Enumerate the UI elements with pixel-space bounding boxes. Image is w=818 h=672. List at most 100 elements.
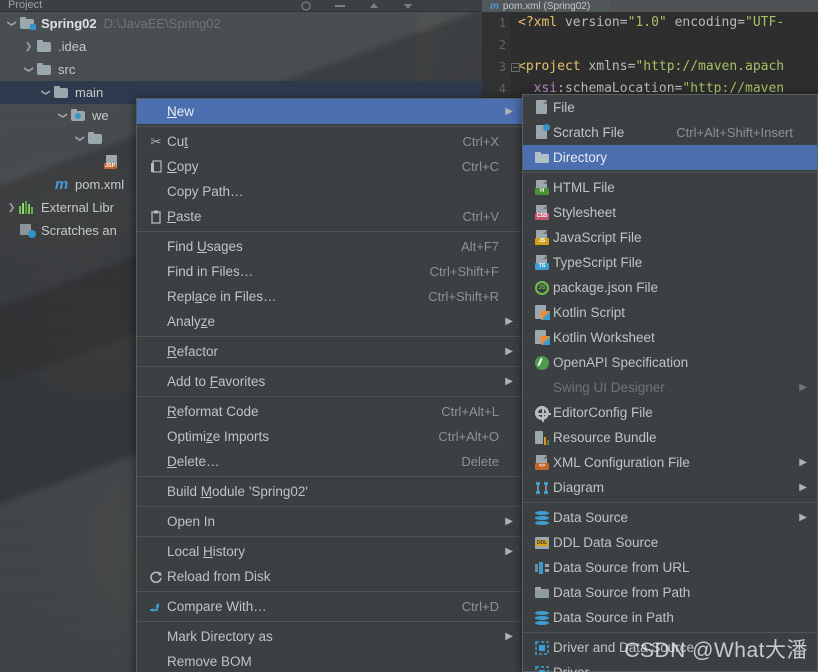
- menu-separator: [523, 502, 817, 503]
- copy-icon: [145, 158, 167, 176]
- menu-item-ddl-data-source[interactable]: DDL DDL Data Source: [523, 530, 817, 555]
- menu-item-reformat-code[interactable]: Reformat Code Ctrl+Alt+L: [137, 399, 523, 424]
- menu-item-typescript-file[interactable]: TS TypeScript File: [523, 250, 817, 275]
- menu-item-reload-from-disk[interactable]: Reload from Disk: [137, 564, 523, 589]
- chevron-right-icon[interactable]: ❯: [21, 41, 36, 52]
- submenu-arrow-icon: ▶: [505, 106, 513, 117]
- upload-icon[interactable]: [368, 1, 380, 11]
- menu-item-label: OpenAPI Specification: [553, 355, 689, 370]
- menu-item-add-to-favorites[interactable]: Add to Favorites ▶: [137, 369, 523, 394]
- menu-item-label: Data Source from Path: [553, 585, 691, 600]
- menu-separator: [523, 632, 817, 633]
- chevron-down-icon[interactable]: ❮: [74, 131, 85, 146]
- tree-row-label: Spring02: [41, 16, 97, 31]
- menu-item-copy-path[interactable]: Copy Path…: [137, 179, 523, 204]
- editor-tab-pom-xml[interactable]: m pom.xml (Spring02): [482, 0, 610, 12]
- menu-separator: [137, 231, 523, 232]
- code-token: xmlns=: [588, 59, 636, 74]
- menu-item-stylesheet[interactable]: CSS Stylesheet: [523, 200, 817, 225]
- menu-item-label: Data Source from URL: [553, 560, 690, 575]
- menu-item-html-file[interactable]: H HTML File: [523, 175, 817, 200]
- menu-item-find-in-files[interactable]: Find in Files… Ctrl+Shift+F: [137, 259, 523, 284]
- menu-item-package-json-file[interactable]: JS package.json File: [523, 275, 817, 300]
- menu-item-remove-bom[interactable]: Remove BOM: [137, 649, 523, 672]
- chevron-down-icon[interactable]: ❮: [6, 16, 17, 31]
- chevron-right-icon[interactable]: ❯: [4, 202, 19, 213]
- download-icon[interactable]: [402, 1, 414, 11]
- menu-separator: [137, 621, 523, 622]
- line-number: 1: [498, 16, 506, 30]
- menu-item-resource-bundle[interactable]: Resource Bundle: [523, 425, 817, 450]
- line-number: 2: [498, 38, 506, 52]
- tree-row-label: Scratches an: [41, 223, 117, 238]
- menu-item-javascript-file[interactable]: JS JavaScript File: [523, 225, 817, 250]
- menu-item-local-history[interactable]: Local History ▶: [137, 539, 523, 564]
- context-menu[interactable]: New ▶ ✂ Cut Ctrl+X Copy Ctrl+C Copy Path… Paste C…: [136, 98, 524, 672]
- project-tool-window-title: Project: [0, 0, 160, 10]
- menu-item-shortcut: Ctrl+Shift+F: [429, 264, 499, 279]
- menu-item-editorconfig-file[interactable]: EditorConfig File: [523, 400, 817, 425]
- menu-item-no-icon: [531, 379, 553, 397]
- menu-item-openapi-specification[interactable]: OpenAPI Specification: [523, 350, 817, 375]
- submenu-arrow-icon: ▶: [799, 512, 807, 523]
- menu-item-data-source[interactable]: Data Source ▶: [523, 505, 817, 530]
- menu-item-delete[interactable]: Delete… Delete: [137, 449, 523, 474]
- chevron-down-icon[interactable]: ❮: [57, 108, 68, 123]
- editor-tab-strip[interactable]: m pom.xml (Spring02): [482, 0, 818, 12]
- menu-item-build-module-spring02[interactable]: Build Module 'Spring02': [137, 479, 523, 504]
- menu-item-shortcut: Alt+F7: [461, 239, 499, 254]
- menu-item-new[interactable]: New ▶: [137, 99, 523, 124]
- code-fold-icon[interactable]: −: [511, 63, 520, 72]
- menu-item-no-icon: [145, 653, 167, 671]
- menu-item-label: JavaScript File: [553, 230, 642, 245]
- build-icon[interactable]: [334, 1, 346, 11]
- menu-item-replace-in-files[interactable]: Replace in Files… Ctrl+Shift+R: [137, 284, 523, 309]
- tree-row[interactable]: ❮ Spring02 D:\JavaEE\Spring02: [0, 12, 520, 35]
- menu-item-paste[interactable]: Paste Ctrl+V: [137, 204, 523, 229]
- menu-item-copy[interactable]: Copy Ctrl+C: [137, 154, 523, 179]
- tree-row[interactable]: ❮ src: [0, 58, 520, 81]
- menu-item-driver[interactable]: Driver: [523, 660, 817, 672]
- menu-item-kotlin-worksheet[interactable]: Kotlin Worksheet: [523, 325, 817, 350]
- menu-item-data-source-from-url[interactable]: Data Source from URL: [523, 555, 817, 580]
- line-number: 3: [498, 60, 506, 74]
- run-icon[interactable]: [300, 0, 312, 11]
- menu-item-data-source-from-path[interactable]: Data Source from Path: [523, 580, 817, 605]
- code-token: "1.0": [627, 15, 675, 30]
- menu-item-label: Driver: [553, 665, 793, 672]
- menu-item-xml-configuration-file[interactable]: <> XML Configuration File ▶: [523, 450, 817, 475]
- chevron-down-icon[interactable]: ❮: [40, 85, 51, 100]
- menu-item-refactor[interactable]: Refactor ▶: [137, 339, 523, 364]
- editor-code[interactable]: <?xml version="1.0" encoding="UTF- <proj…: [518, 12, 818, 100]
- menu-item-label: Local History: [167, 544, 246, 559]
- submenu-arrow-icon: ▶: [505, 316, 513, 327]
- menu-item-mark-directory-as[interactable]: Mark Directory as ▶: [137, 624, 523, 649]
- tree-row-label: External Libr: [41, 200, 114, 215]
- tree-row[interactable]: ❯ .idea: [0, 35, 520, 58]
- menu-item-no-icon: [145, 103, 167, 121]
- menu-item-no-icon: [145, 513, 167, 531]
- code-token: <?xml: [518, 15, 565, 30]
- menu-item-directory[interactable]: Directory: [523, 145, 817, 170]
- menu-item-data-source-in-path[interactable]: Data Source in Path: [523, 605, 817, 630]
- menu-item-scratch-file[interactable]: Scratch File Ctrl+Alt+Shift+Insert: [523, 120, 817, 145]
- menu-item-analyze[interactable]: Analyze ▶: [137, 309, 523, 334]
- submenu-arrow-icon: ▶: [505, 346, 513, 357]
- menu-item-compare-with[interactable]: Compare With… Ctrl+D: [137, 594, 523, 619]
- chevron-down-icon[interactable]: ❮: [23, 62, 34, 77]
- code-line[interactable]: <?xml version="1.0" encoding="UTF-: [518, 12, 818, 34]
- menu-item-label: Copy: [167, 159, 199, 174]
- menu-item-file[interactable]: File: [523, 95, 817, 120]
- menu-item-find-usages[interactable]: Find Usages Alt+F7: [137, 234, 523, 259]
- menu-item-optimize-imports[interactable]: Optimize Imports Ctrl+Alt+O: [137, 424, 523, 449]
- menu-item-cut[interactable]: ✂ Cut Ctrl+X: [137, 129, 523, 154]
- code-line[interactable]: <project xmlns="http://maven.apach: [518, 56, 818, 78]
- menu-item-diagram[interactable]: Diagram ▶: [523, 475, 817, 500]
- menu-item-driver-and-data-source[interactable]: Driver and Data Source: [523, 635, 817, 660]
- menu-item-open-in[interactable]: Open In ▶: [137, 509, 523, 534]
- menu-item-kotlin-script[interactable]: Kotlin Script: [523, 300, 817, 325]
- gear-icon: [531, 404, 553, 422]
- new-submenu[interactable]: File Scratch File Ctrl+Alt+Shift+Insert Dir…: [522, 94, 818, 672]
- code-line[interactable]: [518, 34, 818, 56]
- tree-row-label: src: [58, 62, 76, 77]
